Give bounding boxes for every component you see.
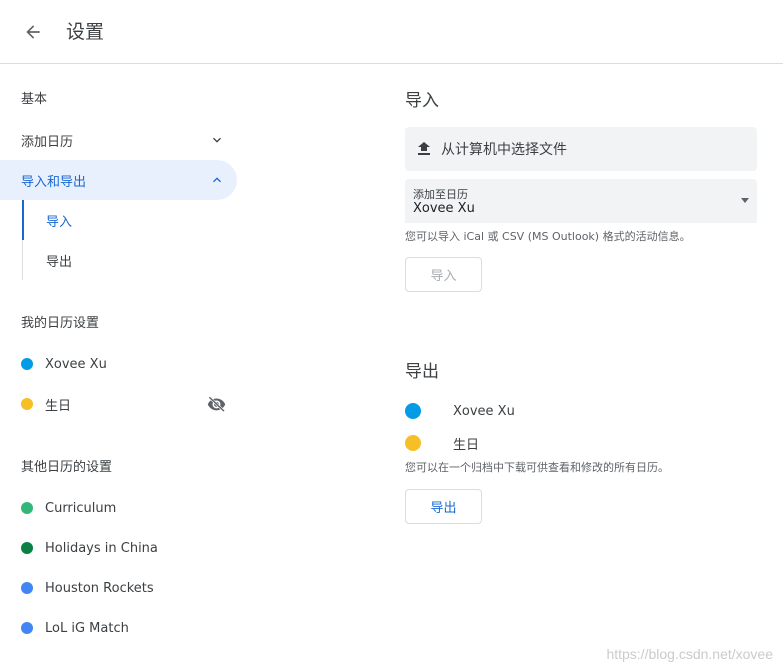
select-label: 添加至日历 bbox=[413, 188, 468, 201]
calendar-name: Curriculum bbox=[45, 500, 117, 516]
app-header: 设置 bbox=[0, 0, 783, 64]
calendar-name: Xovee Xu bbox=[45, 356, 107, 372]
export-calendar-item: Xovee Xu bbox=[405, 396, 757, 426]
export-calendar-item: 生日 bbox=[405, 428, 757, 458]
select-file-label: 从计算机中选择文件 bbox=[441, 142, 567, 158]
export-hint: 您可以在一个归档中下载可供查看和修改的所有日历。 bbox=[405, 461, 669, 474]
calendar-name: 生日 bbox=[45, 398, 72, 414]
sidebar-item-label: 导入和导出 bbox=[21, 174, 87, 190]
visibility-off-icon[interactable] bbox=[207, 396, 226, 412]
calendar-color-dot bbox=[405, 403, 421, 419]
calendar-name: 生日 bbox=[453, 437, 480, 453]
export-button[interactable]: 导出 bbox=[405, 489, 482, 524]
select-file-button[interactable]: 从计算机中选择文件 bbox=[405, 127, 757, 171]
section-label-other-calendars: 其他日历的设置 bbox=[21, 460, 113, 475]
calendar-color-dot bbox=[21, 358, 33, 370]
other-calendar-item[interactable]: Curriculum bbox=[0, 488, 237, 528]
sidebar-item-label: 添加日历 bbox=[21, 134, 74, 150]
settings-sidebar: 基本 添加日历 导入和导出 导入 导出 我的日历设置 Xovee Xu 生日 其… bbox=[0, 64, 240, 670]
watermark: https://blog.csdn.net/xovee bbox=[606, 646, 773, 662]
chevron-down-icon bbox=[213, 137, 221, 143]
calendar-name: LoL iG Match bbox=[45, 620, 129, 636]
import-button[interactable]: 导入 bbox=[405, 257, 482, 292]
settings-page: 设置 基本 添加日历 导入和导出 导入 导出 我的日历设置 Xovee Xu 生… bbox=[0, 0, 783, 670]
select-value: Xovee Xu bbox=[413, 201, 475, 216]
arrow-left-icon bbox=[26, 25, 40, 39]
calendar-name: Xovee Xu bbox=[453, 403, 515, 419]
section-label-basic: 基本 bbox=[21, 92, 48, 107]
other-calendar-item[interactable]: Holidays in China bbox=[0, 528, 237, 568]
my-calendar-item[interactable]: Xovee Xu bbox=[0, 344, 237, 384]
section-label-my-calendars: 我的日历设置 bbox=[21, 316, 100, 331]
sidebar-subitem-import[interactable]: 导入 bbox=[22, 200, 222, 240]
calendar-color-dot bbox=[21, 582, 33, 594]
back-button[interactable] bbox=[14, 13, 52, 51]
calendar-color-dot bbox=[21, 622, 33, 634]
my-calendar-item[interactable]: 生日 bbox=[0, 384, 237, 424]
upload-icon bbox=[418, 142, 430, 155]
add-to-calendar-select[interactable]: 添加至日历 Xovee Xu bbox=[405, 179, 757, 223]
sidebar-subitem-export[interactable]: 导出 bbox=[22, 240, 222, 280]
calendar-name: Holidays in China bbox=[45, 540, 158, 556]
sidebar-item-import-export[interactable]: 导入和导出 bbox=[0, 160, 237, 200]
page-title: 设置 bbox=[66, 21, 105, 43]
dropdown-caret-icon bbox=[741, 198, 749, 203]
calendar-name: Houston Rockets bbox=[45, 580, 154, 596]
calendar-color-dot bbox=[21, 542, 33, 554]
other-calendar-item[interactable]: LoL iG Match bbox=[0, 608, 237, 648]
import-section-title: 导入 bbox=[405, 91, 439, 111]
export-section-title: 导出 bbox=[405, 362, 439, 382]
import-hint: 您可以导入 iCal 或 CSV (MS Outlook) 格式的活动信息。 bbox=[405, 230, 691, 243]
sidebar-item-add-calendar[interactable]: 添加日历 bbox=[0, 120, 237, 160]
calendar-color-dot bbox=[21, 398, 33, 410]
chevron-up-icon bbox=[213, 177, 221, 183]
calendar-color-dot bbox=[21, 502, 33, 514]
calendar-color-dot bbox=[405, 435, 421, 451]
other-calendar-item[interactable]: Houston Rockets bbox=[0, 568, 237, 608]
